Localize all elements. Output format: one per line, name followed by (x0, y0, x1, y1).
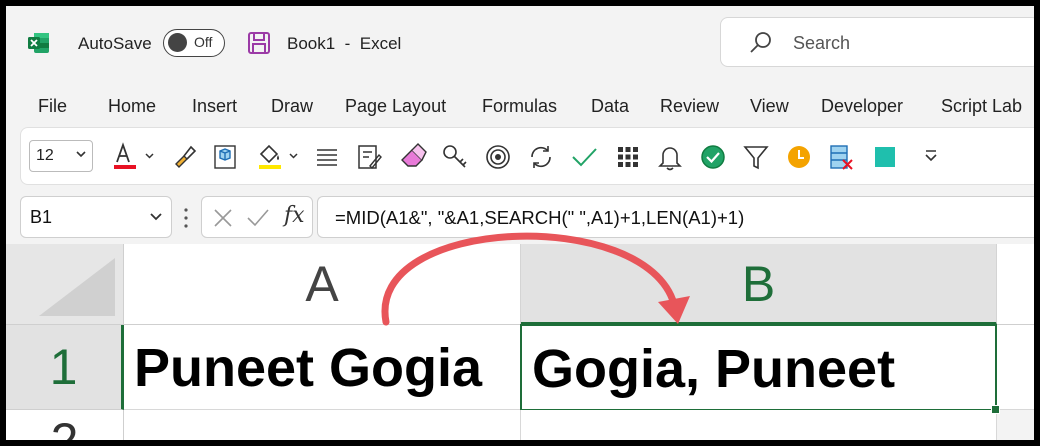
menu-review[interactable]: Review (660, 96, 719, 117)
clock-icon (788, 146, 810, 168)
menu-data[interactable]: Data (591, 96, 629, 117)
key-icon (443, 145, 467, 168)
autosave-toggle[interactable]: Off (163, 29, 225, 57)
search-icon (750, 32, 771, 53)
search-box[interactable]: Search (720, 17, 1034, 67)
font-size-select[interactable]: 12 (29, 140, 93, 172)
column-header-a[interactable]: A (124, 244, 521, 325)
menu-page-layout[interactable]: Page Layout (345, 96, 446, 117)
fill-color-icon (259, 144, 298, 169)
fill-handle[interactable] (991, 405, 1000, 414)
row-header-1[interactable]: 1 (6, 325, 124, 410)
form-button[interactable] (354, 142, 384, 172)
title-bar: AutoSave Off Book1 - Excel Search (6, 6, 1034, 84)
grid-icon (618, 147, 638, 167)
menu-bar: File Home Insert Draw Page Layout Formul… (6, 92, 1034, 122)
check-button[interactable] (569, 142, 599, 172)
formula-text: =MID(A1&", "&A1,SEARCH(" ",A1)+1,LEN(A1)… (335, 207, 745, 228)
chevron-down-icon (150, 213, 162, 221)
menu-draw[interactable]: Draw (271, 96, 313, 117)
target-button[interactable] (483, 142, 513, 172)
name-box[interactable]: B1 (20, 196, 172, 238)
color-square-button[interactable] (870, 142, 900, 172)
align-button[interactable] (312, 142, 342, 172)
3d-box-icon (214, 145, 236, 169)
refresh-button[interactable] (526, 142, 556, 172)
search-placeholder: Search (793, 33, 851, 53)
menu-file[interactable]: File (38, 96, 67, 117)
cell-a2[interactable] (124, 410, 521, 440)
teal-square-icon (875, 147, 895, 167)
format-painter-icon (175, 145, 197, 168)
column-header-b[interactable]: B (521, 244, 997, 325)
autosave-state: Off (194, 34, 213, 50)
approve-button[interactable] (698, 142, 728, 172)
cell-b1[interactable]: Gogia, Puneet (520, 324, 997, 411)
cell-a1[interactable]: Puneet Gogia (124, 325, 521, 410)
column-header-c[interactable] (997, 244, 1034, 325)
delete-column-icon (830, 145, 853, 170)
cell-c1[interactable] (997, 325, 1034, 410)
key-button[interactable] (440, 142, 470, 172)
row-header-2[interactable]: 2 (6, 410, 124, 440)
excel-logo-icon (28, 33, 49, 53)
name-box-value: B1 (30, 207, 53, 227)
eraser-button[interactable] (398, 142, 428, 172)
checkmark-icon (572, 148, 597, 167)
cell-b2[interactable] (521, 410, 997, 440)
check-circle-icon (701, 145, 725, 169)
form-icon (358, 145, 382, 170)
menu-developer[interactable]: Developer (821, 96, 903, 117)
font-size-value: 12 (36, 147, 54, 164)
target-icon (486, 145, 510, 169)
menu-view[interactable]: View (750, 96, 789, 117)
document-title: Book1 - Excel (287, 34, 402, 53)
grid-button[interactable] (613, 142, 643, 172)
menu-script-lab[interactable]: Script Lab (941, 96, 1022, 117)
bell-icon (658, 147, 682, 171)
refresh-icon (531, 146, 551, 168)
font-color-button[interactable] (111, 142, 157, 172)
menu-insert[interactable]: Insert (192, 96, 237, 117)
toggle-knob (168, 33, 187, 52)
eraser-icon (401, 143, 427, 167)
3d-model-button[interactable] (210, 142, 240, 172)
formula-input[interactable]: =MID(A1&", "&A1,SEARCH(" ",A1)+1,LEN(A1)… (317, 196, 1034, 238)
fill-color-button[interactable] (256, 142, 302, 172)
select-all-triangle-icon (39, 258, 115, 316)
enter-icon[interactable] (246, 207, 270, 229)
autosave-label: AutoSave (78, 34, 152, 53)
menu-formulas[interactable]: Formulas (482, 96, 557, 117)
menu-home[interactable]: Home (108, 96, 156, 117)
filter-icon (743, 146, 769, 170)
excel-window: AutoSave Off Book1 - Excel Search File H… (6, 6, 1034, 440)
formula-actions: fx (201, 196, 313, 238)
align-icon (317, 149, 337, 166)
insert-function-icon[interactable]: fx (284, 203, 305, 228)
cancel-icon[interactable] (212, 207, 234, 229)
notification-button[interactable] (655, 142, 685, 172)
select-all-corner[interactable] (6, 244, 124, 325)
vertical-dots-icon[interactable] (184, 206, 188, 230)
delete-column-button[interactable] (826, 142, 856, 172)
cell-b1-value: Gogia, Puneet (532, 339, 896, 399)
save-icon[interactable] (247, 31, 271, 55)
clock-button[interactable] (784, 142, 814, 172)
cell-a1-value: Puneet Gogia (134, 338, 483, 398)
ribbon-toolbar: 12 (20, 127, 1034, 185)
filter-button[interactable] (741, 142, 771, 172)
format-painter-button[interactable] (170, 142, 200, 172)
more-options-button[interactable] (916, 142, 946, 172)
font-color-icon (114, 142, 154, 169)
chevron-down-icon (76, 151, 86, 158)
more-icon (925, 150, 937, 162)
